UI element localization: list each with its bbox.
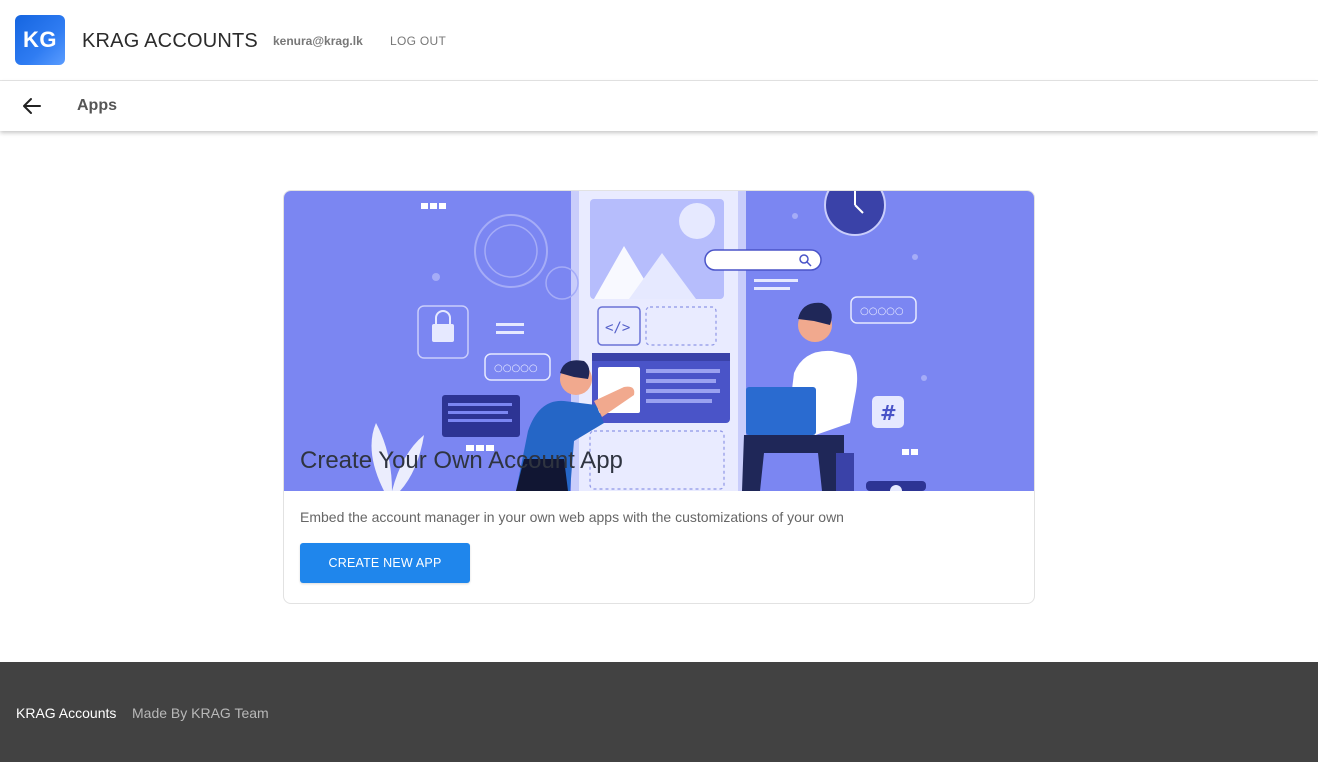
hero-illustration: </> ○○○○○ ○○○○○ # Create Your Own Accoun… [284, 191, 1034, 491]
app-brand-title: KRAG ACCOUNTS [82, 30, 258, 52]
page-toolbar: Apps [0, 81, 1318, 131]
card-description: Embed the account manager in your own we… [300, 509, 844, 525]
footer: KRAG Accounts Made By KRAG Team [0, 662, 1318, 762]
svg-text:#: # [880, 401, 897, 425]
footer-brand: KRAG Accounts [16, 705, 117, 721]
page-title: Apps [77, 97, 117, 114]
user-email: kenura@krag.lk [273, 34, 363, 48]
footer-credit: Made By KRAG Team [132, 705, 269, 721]
krag-logo[interactable]: KG [15, 15, 65, 65]
hero-title: Create Your Own Account App [300, 447, 623, 474]
svg-text:○○○○○: ○○○○○ [494, 363, 538, 374]
back-button[interactable] [19, 93, 45, 119]
create-new-app-button[interactable]: CREATE NEW APP [300, 543, 470, 583]
developers-illustration: </> ○○○○○ ○○○○○ # [371, 191, 927, 491]
logout-button[interactable]: LOG OUT [390, 34, 446, 48]
svg-text:</>: </> [605, 320, 630, 336]
arrow-left-icon [23, 98, 41, 114]
svg-text:○○○○○: ○○○○○ [860, 306, 904, 317]
top-app-bar: KG KRAG ACCOUNTS kenura@krag.lk LOG OUT [0, 0, 1318, 81]
create-app-card: </> ○○○○○ ○○○○○ # Create Your Own Accoun… [283, 190, 1035, 604]
